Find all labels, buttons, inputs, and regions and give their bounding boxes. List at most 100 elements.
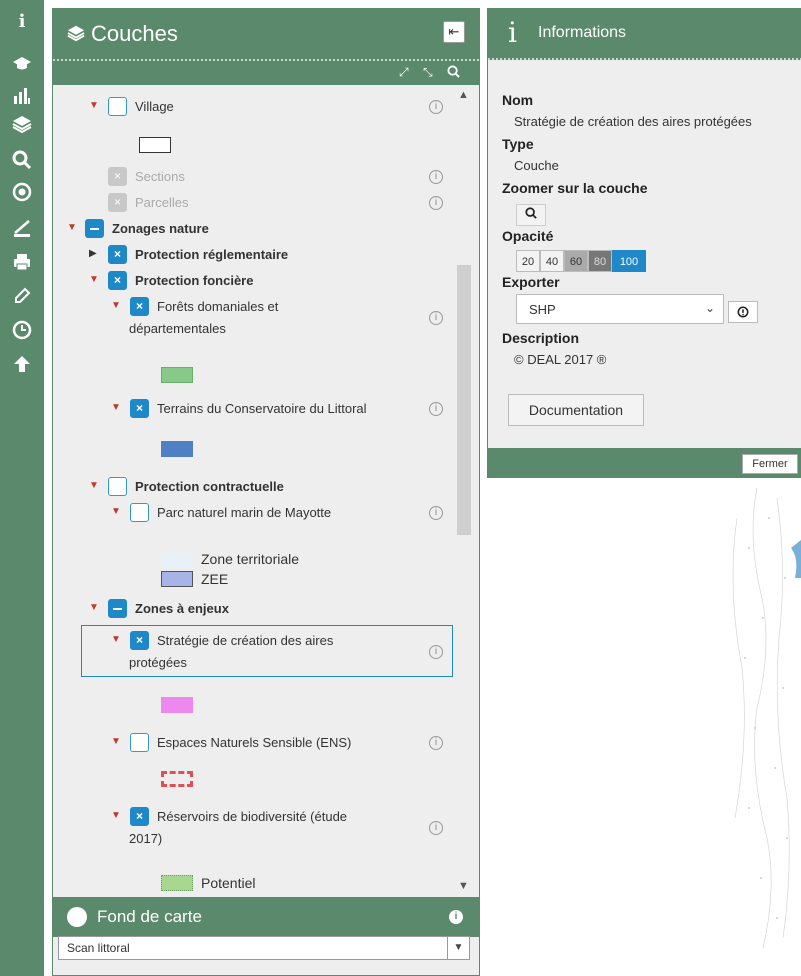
target-icon[interactable] [8,180,36,204]
pencil-icon[interactable] [8,284,36,308]
layer-checkbox-village[interactable] [108,97,127,116]
basemap-header[interactable]: Fond de carte i [53,897,479,937]
documentation-button[interactable]: Documentation [508,394,644,426]
layer-checkbox-parc-naturel[interactable] [130,503,149,522]
layer-checkbox-terrains[interactable]: × [130,399,149,418]
layer-label-forets-cont: départementales [129,321,226,336]
caret-down-icon[interactable]: ▼ [111,737,121,747]
layer-row-sections: × Sections i [53,167,453,191]
map-canvas[interactable] [487,478,801,976]
layer-label-sections: Sections [135,169,185,184]
print-icon[interactable] [8,250,36,274]
layer-checkbox-forets[interactable]: × [130,297,149,316]
caret-down-icon[interactable]: ▼ [89,481,99,491]
name-value: Stratégie de création des aires protégée… [514,114,752,129]
expand-all-icon[interactable]: ⤢ [399,65,409,80]
layer-tree-scrollbar[interactable]: ▲ ▼ [457,85,471,897]
scroll-down-icon[interactable]: ▼ [458,880,469,892]
layer-checkbox-protection-fonciere[interactable]: × [108,271,127,290]
layer-row-strategie[interactable]: ▼ × Stratégie de création des aires prot… [53,631,453,677]
layer-label-parcelles: Parcelles [135,195,189,210]
layers-icon [67,22,85,48]
info-icon: i [508,16,517,49]
legend-swatch-zone-territoriale [161,551,193,567]
chevron-down-icon[interactable]: ▼ [447,937,469,959]
info-circle-icon[interactable]: i [429,506,443,520]
caret-down-icon[interactable]: ▼ [89,603,99,613]
info-circle-icon[interactable]: i [429,645,443,659]
layer-row-ens: ▼ Espaces Naturels Sensible (ENS) i [53,733,453,757]
main-toolbar: i [0,0,44,976]
layer-row-village: ▼ Village i [53,97,453,121]
info-circle-icon[interactable]: i [429,402,443,416]
opacity-label: Opacité [502,228,554,244]
layer-row-protection-reglementaire: ▶ × Protection réglementaire [53,245,453,269]
layer-checkbox-reservoirs[interactable]: × [130,807,149,826]
layer-checkbox-ens[interactable] [130,733,149,752]
layer-label-ens: Espaces Naturels Sensible (ENS) [157,735,352,750]
export-format-value: SHP [529,302,556,317]
collapse-all-icon[interactable]: ⤡ [423,65,433,80]
layer-checkbox-strategie[interactable]: × [130,631,149,650]
info-circle-icon[interactable]: i [429,170,443,184]
opacity-40-button[interactable]: 40 [540,250,564,272]
opacity-100-button[interactable]: 100 [612,250,646,272]
arrow-up-icon[interactable] [8,352,36,376]
info-circle-icon[interactable]: i [449,910,463,924]
collapse-panel-button[interactable]: ⇤ [443,21,465,43]
layers-icon[interactable] [8,112,36,136]
bar-chart-icon[interactable] [8,84,36,108]
info-circle-icon[interactable]: i [429,196,443,210]
caret-right-icon[interactable]: ▶ [89,249,99,259]
layer-checkbox-protection-contractuelle[interactable] [108,477,127,496]
layer-checkbox-zones-enjeux[interactable] [108,599,127,618]
layer-label-strategie-cont: protégées [129,655,187,670]
scroll-up-icon[interactable]: ▲ [458,89,469,101]
layer-label-forets: Forêts domaniales et [157,299,279,314]
opacity-60-button[interactable]: 60 [564,250,588,272]
layer-checkbox-zonages-nature[interactable] [85,219,104,238]
info-circle-icon[interactable]: i [429,736,443,750]
caret-down-icon[interactable]: ▼ [89,101,99,111]
layer-label-terrains: Terrains du Conservatoire du Littoral [157,401,367,416]
info-circle-icon[interactable]: i [429,311,443,325]
caret-down-icon[interactable]: ▼ [89,275,99,285]
legend-swatch-zee [161,571,193,587]
export-button[interactable] [728,301,758,323]
layer-label-parc-naturel: Parc naturel marin de Mayotte [157,505,332,520]
caret-down-icon[interactable]: ▼ [111,635,121,645]
search-icon[interactable] [8,148,36,172]
caret-down-icon[interactable]: ▼ [111,403,121,413]
caret-down-icon[interactable]: ▼ [111,301,121,311]
zoom-label: Zoomer sur la couche [502,180,648,196]
zoom-to-layer-button[interactable] [516,204,546,226]
map-view[interactable] [487,478,801,976]
legend-swatch-village [139,137,171,153]
scrollbar-thumb[interactable] [457,265,471,535]
layers-panel-header: Couches ⇤ [53,9,479,61]
opacity-80-button[interactable]: 80 [588,250,612,272]
info-circle-icon[interactable]: i [429,821,443,835]
legend-swatch-ens [161,771,193,787]
info-circle-icon[interactable]: i [429,100,443,114]
export-format-select[interactable]: SHP ⌄ [516,294,724,324]
info-icon[interactable]: i [8,10,36,34]
caret-down-icon[interactable]: ▼ [111,811,121,821]
basemap-select[interactable]: Scan littoral ▼ [58,936,470,960]
layer-label-protection-fonciere: Protection foncière [135,273,254,288]
opacity-20-button[interactable]: 20 [516,250,540,272]
layer-checkbox-protection-reglementaire[interactable]: × [108,245,127,264]
clock-icon[interactable] [8,318,36,342]
close-button[interactable]: Fermer [742,454,798,474]
graduation-cap-icon[interactable] [8,52,36,76]
layer-checkbox-sections: × [108,167,127,186]
zoom-icon[interactable] [447,65,460,81]
layer-label-protection-contractuelle: Protection contractuelle [135,479,284,494]
layer-checkbox-parcelles: × [108,193,127,212]
caret-down-icon[interactable]: ▼ [67,223,77,233]
layers-panel-title-text: Couches [91,21,178,46]
measure-icon[interactable] [8,216,36,240]
chevron-down-icon[interactable]: ⌄ [705,301,715,315]
caret-down-icon[interactable]: ▼ [111,507,121,517]
layers-panel-title: Couches [67,21,178,48]
